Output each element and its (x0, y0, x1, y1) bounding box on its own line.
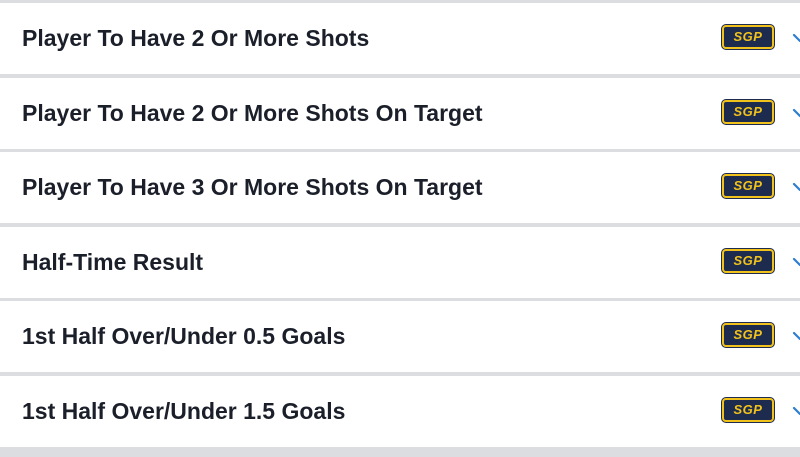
market-row[interactable]: Player To Have 2 Or More Shots On Target… (0, 78, 800, 149)
market-row[interactable]: 1st Half Over/Under 1.5 Goals SGP (0, 376, 800, 447)
chevron-down-icon[interactable] (792, 107, 800, 119)
sgp-badge: SGP (722, 174, 774, 198)
market-label: Player To Have 2 Or More Shots (22, 25, 370, 51)
market-row[interactable]: Player To Have 3 Or More Shots On Target… (0, 152, 800, 223)
market-label: Half-Time Result (22, 249, 204, 275)
sgp-badge: SGP (722, 323, 774, 347)
market-list: Player To Have 2 Or More Shots SGP Playe… (0, 0, 800, 457)
market-label: 1st Half Over/Under 1.5 Goals (22, 398, 346, 424)
chevron-down-icon[interactable] (792, 32, 800, 44)
market-label: Player To Have 3 Or More Shots On Target (22, 174, 483, 200)
sgp-badge: SGP (722, 249, 774, 273)
chevron-down-icon[interactable] (792, 405, 800, 417)
market-row[interactable]: Player To Have 2 Or More Shots SGP (0, 3, 800, 74)
market-label: Player To Have 2 Or More Shots On Target (22, 100, 483, 126)
sgp-badge: SGP (722, 100, 774, 124)
market-label: 1st Half Over/Under 0.5 Goals (22, 323, 346, 349)
sgp-badge: SGP (722, 398, 774, 422)
chevron-down-icon[interactable] (792, 181, 800, 193)
chevron-down-icon[interactable] (792, 330, 800, 342)
market-row[interactable]: Half-Time Result SGP (0, 227, 800, 298)
chevron-down-icon[interactable] (792, 256, 800, 268)
market-row[interactable]: 1st Half Over/Under 0.5 Goals SGP (0, 301, 800, 372)
sgp-badge: SGP (722, 25, 774, 49)
